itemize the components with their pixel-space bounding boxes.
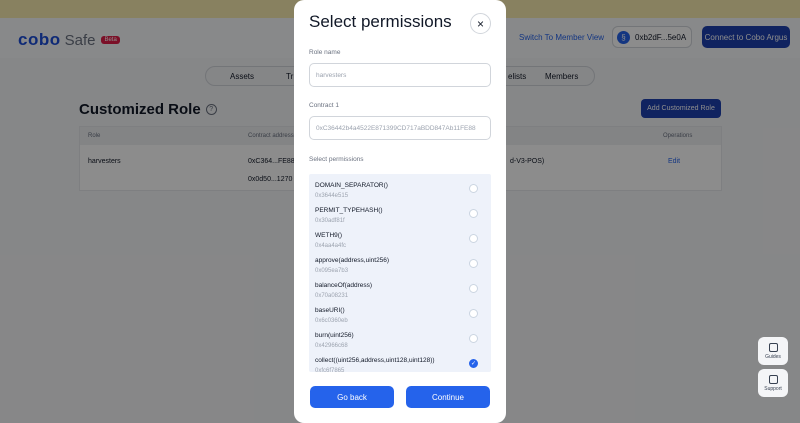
permission-checkbox[interactable] <box>469 284 478 293</box>
permission-checkbox[interactable] <box>469 259 478 268</box>
permission-item[interactable]: PERMIT_TYPEHASH() 0x30adf81f <box>309 203 491 228</box>
permission-item[interactable]: WETH9() 0x4aa4a4fc <box>309 228 491 253</box>
go-back-button[interactable]: Go back <box>310 386 394 408</box>
support-label: Support <box>764 385 782 392</box>
select-permissions-modal: Select permissions × Role name harvester… <box>294 0 506 423</box>
permission-signature: 0x6c0360eb <box>315 318 348 324</box>
guides-widget[interactable]: Guides <box>758 337 788 365</box>
permission-item[interactable]: balanceOf(address) 0x70a08231 <box>309 278 491 303</box>
permission-name: collect((uint256,address,uint128,uint128… <box>315 357 435 364</box>
permission-signature: 0x3644e515 <box>315 193 349 199</box>
permission-checkbox[interactable] <box>469 234 478 243</box>
permission-signature: 0xfc6f7865 <box>315 368 345 372</box>
permission-name: approve(address,uint256) <box>315 257 390 264</box>
support-widget[interactable]: Support <box>758 369 788 397</box>
book-icon <box>768 342 778 352</box>
close-icon[interactable]: × <box>470 13 491 34</box>
permission-item[interactable]: burn(uint256) 0x42966c68 <box>309 328 491 353</box>
role-name-label: Role name <box>309 49 341 56</box>
permission-item[interactable]: baseURI() 0x6c0360eb <box>309 303 491 328</box>
permission-checkbox[interactable] <box>469 309 478 318</box>
role-name-input[interactable]: harvesters <box>309 63 491 87</box>
permission-item[interactable]: collect((uint256,address,uint128,uint128… <box>309 353 491 372</box>
permission-signature: 0x4aa4a4fc <box>315 243 347 249</box>
permission-checkbox-checked[interactable]: ✓ <box>469 359 478 368</box>
permission-name: baseURI() <box>315 307 345 314</box>
chat-icon <box>768 374 778 384</box>
permissions-label: Select permissions <box>309 156 364 163</box>
contract-address-input[interactable]: 0xC36442b4a4522E871399CD717aBDD847Ab11FE… <box>309 116 491 140</box>
guides-label: Guides <box>765 353 781 360</box>
permission-signature: 0x095ea7b3 <box>315 268 349 274</box>
continue-button[interactable]: Continue <box>406 386 490 408</box>
modal-title: Select permissions <box>309 12 452 31</box>
permission-checkbox[interactable] <box>469 184 478 193</box>
permission-name: balanceOf(address) <box>315 282 373 289</box>
permission-checkbox[interactable] <box>469 209 478 218</box>
permission-checkbox[interactable] <box>469 334 478 343</box>
permission-name: burn(uint256) <box>315 332 354 339</box>
permission-name: PERMIT_TYPEHASH() <box>315 207 383 214</box>
contract-label: Contract 1 <box>309 102 339 109</box>
permission-item[interactable]: approve(address,uint256) 0x095ea7b3 <box>309 253 491 278</box>
permission-name: WETH9() <box>315 232 343 239</box>
permission-name: DOMAIN_SEPARATOR() <box>315 182 388 189</box>
permissions-list[interactable]: DOMAIN_SEPARATOR() 0x3644e515 PERMIT_TYP… <box>309 174 491 372</box>
permission-signature: 0x70a08231 <box>315 293 349 299</box>
permission-signature: 0x30adf81f <box>315 218 345 224</box>
permission-signature: 0x42966c68 <box>315 343 348 349</box>
permission-item[interactable]: DOMAIN_SEPARATOR() 0x3644e515 <box>309 178 491 203</box>
